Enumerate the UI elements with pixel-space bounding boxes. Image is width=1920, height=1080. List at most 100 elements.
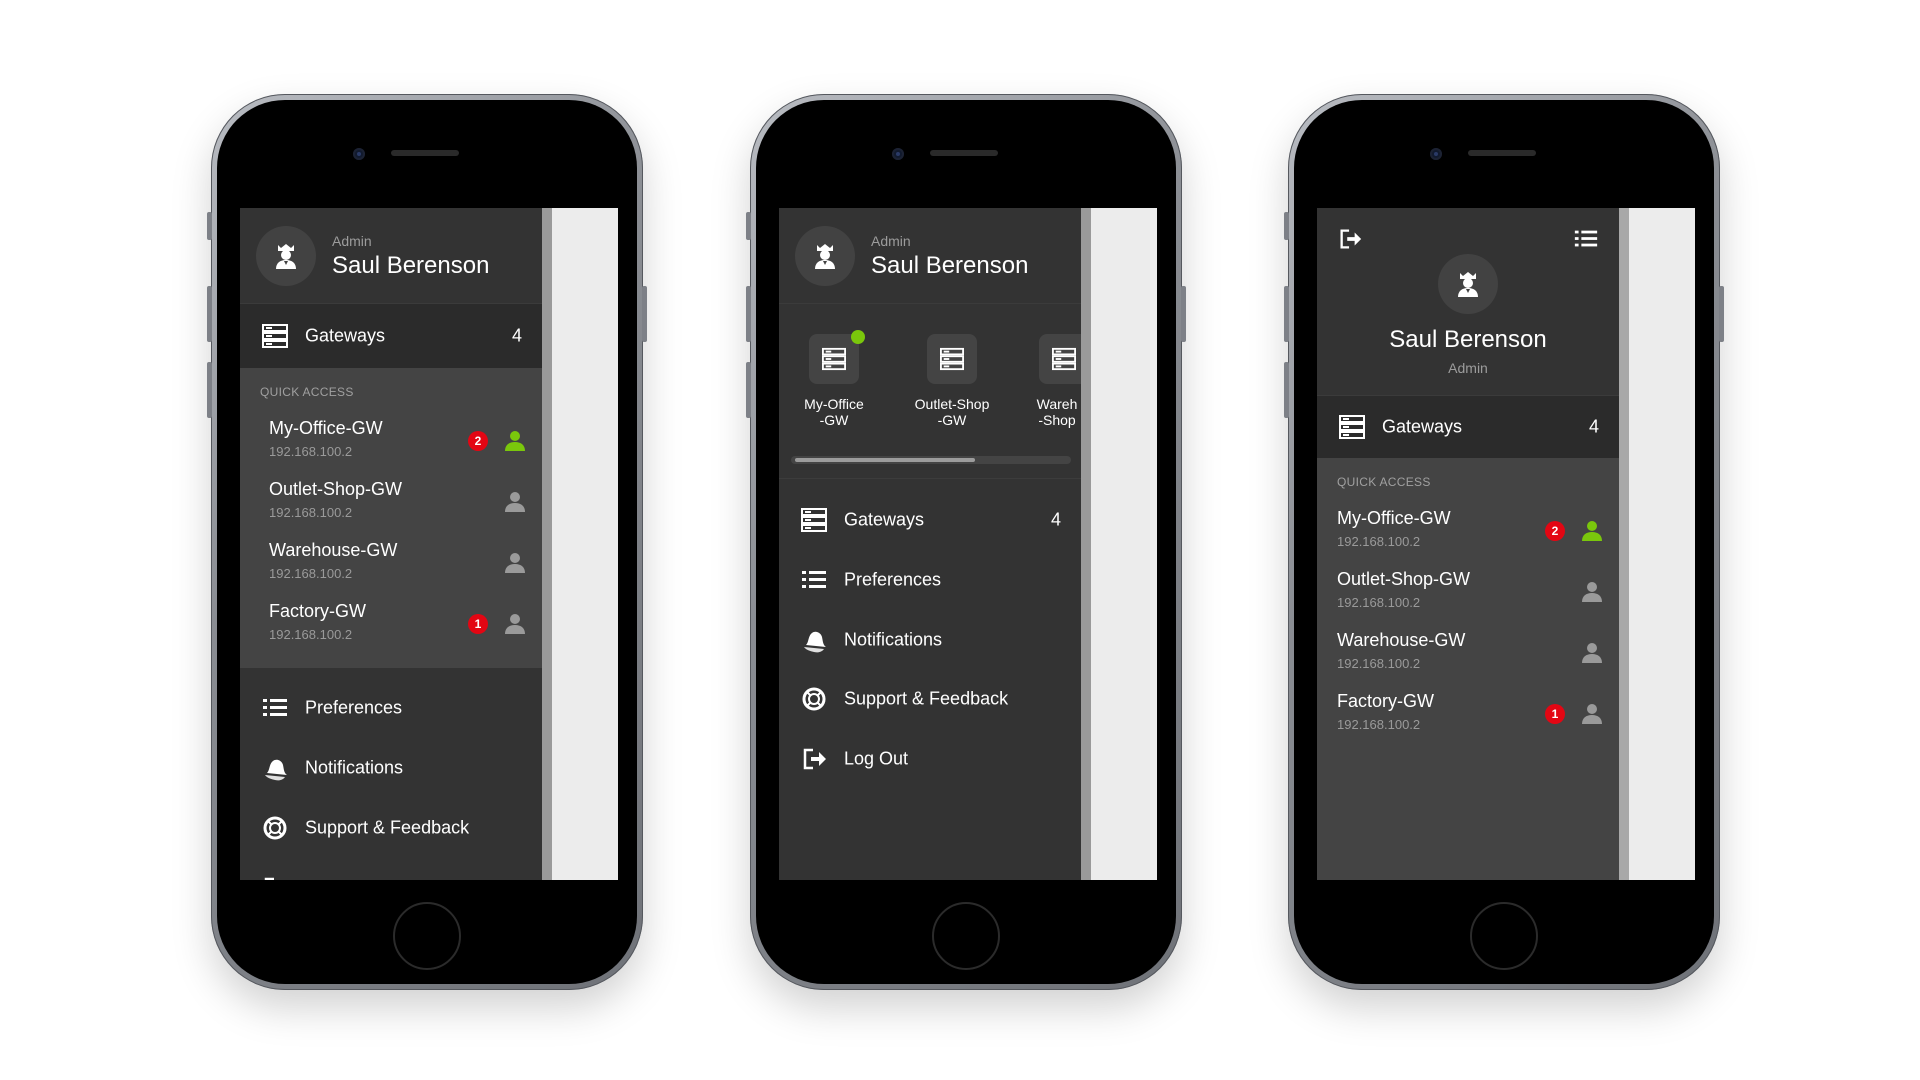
- user-icon[interactable]: [504, 491, 526, 513]
- user-icon[interactable]: [504, 430, 526, 452]
- preferences-label: Preferences: [305, 697, 403, 718]
- gateways-menu-item[interactable]: Gateways 4: [240, 304, 542, 368]
- logout-menu-item[interactable]: Log Out: [240, 858, 542, 880]
- notification-badge: 1: [1545, 704, 1565, 724]
- notifications-menu-item[interactable]: Notifications: [779, 610, 1081, 670]
- user-icon[interactable]: [504, 552, 526, 574]
- admin-avatar-icon[interactable]: [1438, 254, 1498, 314]
- carousel-scrollbar[interactable]: [791, 456, 1071, 464]
- user-icon[interactable]: [1581, 703, 1603, 725]
- user-icon[interactable]: [504, 613, 526, 635]
- volume-up-button: [1284, 286, 1289, 342]
- nav-drawer: Admin Saul Berenson My-Office -GW Outlet…: [779, 208, 1081, 880]
- tile-label: My-Office -GW: [804, 396, 864, 428]
- profile-header[interactable]: Admin Saul Berenson: [240, 208, 542, 304]
- notifications-menu-item[interactable]: Notifications: [240, 738, 542, 798]
- earpiece-speaker: [391, 150, 459, 156]
- preferences-label: Preferences: [844, 569, 942, 590]
- phone-3: Saul Berenson Admin Gateways 4 QUICK ACC…: [1284, 94, 1724, 990]
- gateways-count: 4: [1050, 509, 1061, 530]
- gateways-menu-item[interactable]: Gateways 4: [779, 490, 1081, 550]
- gateway-ip: 192.168.100.2: [269, 627, 353, 642]
- notification-badge: 2: [468, 431, 488, 451]
- gateway-name: My-Office-GW: [269, 418, 383, 438]
- gateway-icon: [809, 334, 859, 384]
- volume-down-button: [1284, 362, 1289, 418]
- logout-menu-item[interactable]: Log Out: [779, 729, 1081, 789]
- volume-up-button: [207, 286, 212, 342]
- drawer-edge: [1619, 208, 1629, 880]
- logout-label: Log Out: [305, 878, 369, 881]
- screen: Admin Saul Berenson Gateways 4 QUICK ACC…: [240, 208, 618, 880]
- gateway-name: Factory-GW: [269, 601, 366, 621]
- quick-access-item[interactable]: Factory-GW 192.168.100.2 1: [1317, 683, 1619, 743]
- gateway-icon: [1039, 334, 1081, 384]
- gateway-ip: 192.168.100.2: [1337, 595, 1421, 610]
- user-name: Saul Berenson: [1389, 326, 1547, 353]
- user-name: Saul Berenson: [871, 252, 1029, 279]
- drawer-edge: [542, 208, 552, 880]
- power-button: [1719, 286, 1724, 342]
- earpiece-speaker: [930, 150, 998, 156]
- phone-1: Admin Saul Berenson Gateways 4 QUICK ACC…: [207, 94, 647, 990]
- gateway-ip: 192.168.100.2: [1337, 534, 1421, 549]
- notifications-label: Notifications: [305, 757, 404, 778]
- gateway-ip: 192.168.100.2: [269, 505, 353, 520]
- front-camera: [353, 148, 365, 160]
- gateway-name: Outlet-Shop-GW: [1337, 569, 1471, 589]
- preferences-menu-item[interactable]: Preferences: [240, 678, 542, 738]
- bell-icon: [260, 755, 290, 781]
- tile-label: Wareh -Shop: [1036, 396, 1078, 428]
- quick-access-item[interactable]: Warehouse-GW 192.168.100.2: [240, 532, 542, 592]
- online-status-dot: [851, 330, 865, 344]
- quick-access-item[interactable]: Warehouse-GW 192.168.100.2: [1317, 622, 1619, 682]
- gateway-icon: [799, 507, 829, 533]
- scrollbar-thumb[interactable]: [795, 458, 975, 462]
- tile-label: Outlet-Shop -GW: [914, 396, 990, 428]
- user-icon[interactable]: [1581, 520, 1603, 542]
- notification-badge: 2: [1545, 521, 1565, 541]
- phone-2: Admin Saul Berenson My-Office -GW Outlet…: [746, 94, 1186, 990]
- user-icon[interactable]: [1581, 642, 1603, 664]
- admin-avatar-icon: [795, 226, 855, 286]
- quick-access-panel: QUICK ACCESS My-Office-GW 192.168.100.2 …: [240, 368, 542, 668]
- divider: [779, 478, 1081, 479]
- notifications-label: Notifications: [844, 629, 943, 650]
- volume-up-button: [746, 286, 751, 342]
- list-icon[interactable]: [1573, 226, 1599, 252]
- gateway-icon: [1337, 414, 1367, 440]
- support-label: Support & Feedback: [305, 817, 470, 838]
- quick-access-item[interactable]: Outlet-Shop-GW 192.168.100.2: [1317, 561, 1619, 621]
- support-menu-item[interactable]: Support & Feedback: [779, 669, 1081, 729]
- list-icon: [260, 695, 290, 721]
- gateway-name: Outlet-Shop-GW: [269, 479, 403, 499]
- power-button: [1181, 286, 1186, 342]
- stage: Admin Saul Berenson Gateways 4 QUICK ACC…: [0, 0, 1920, 1080]
- gateways-menu-item[interactable]: Gateways 4: [1317, 396, 1619, 458]
- gateway-icon: [927, 334, 977, 384]
- logout-icon[interactable]: [1337, 226, 1363, 252]
- home-button: [932, 902, 1000, 970]
- volume-down-button: [746, 362, 751, 418]
- screen: Saul Berenson Admin Gateways 4 QUICK ACC…: [1317, 208, 1695, 880]
- quick-access-item[interactable]: Factory-GW 192.168.100.2 1: [240, 593, 542, 653]
- quick-access-item[interactable]: My-Office-GW 192.168.100.2 2: [1317, 500, 1619, 560]
- home-button: [1470, 902, 1538, 970]
- user-role: Admin: [332, 233, 372, 249]
- profile-header[interactable]: Admin Saul Berenson: [779, 208, 1081, 304]
- user-role: Admin: [1448, 360, 1488, 376]
- support-menu-item[interactable]: Support & Feedback: [240, 798, 542, 858]
- quick-access-item[interactable]: Outlet-Shop-GW 192.168.100.2: [240, 471, 542, 531]
- nav-drawer: Saul Berenson Admin Gateways 4 QUICK ACC…: [1317, 208, 1619, 880]
- gateway-icon: [260, 323, 290, 349]
- support-label: Support & Feedback: [844, 688, 1009, 709]
- carousel-gateway-tile[interactable]: Wareh -Shop: [1017, 334, 1081, 434]
- gateway-name: Warehouse-GW: [1337, 630, 1466, 650]
- gateways-count: 4: [1588, 416, 1599, 437]
- quick-access-title: QUICK ACCESS: [260, 385, 354, 399]
- screen: Admin Saul Berenson My-Office -GW Outlet…: [779, 208, 1157, 880]
- quick-access-item[interactable]: My-Office-GW 192.168.100.2 2: [240, 410, 542, 470]
- preferences-menu-item[interactable]: Preferences: [779, 550, 1081, 610]
- gateway-name: My-Office-GW: [1337, 508, 1451, 528]
- user-icon[interactable]: [1581, 581, 1603, 603]
